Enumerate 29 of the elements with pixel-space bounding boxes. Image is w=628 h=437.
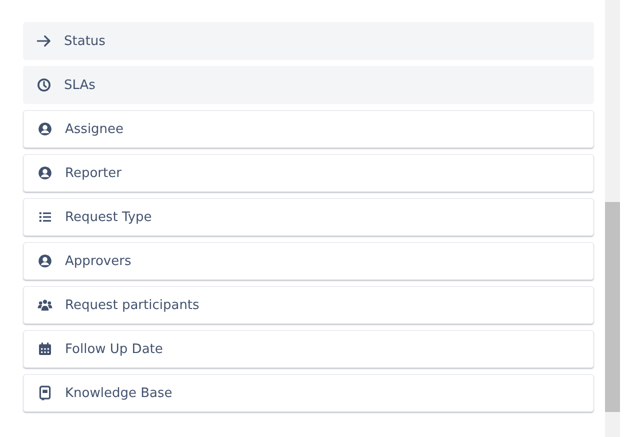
arrow-right-icon <box>36 33 52 49</box>
field-item[interactable]: Follow Up Date <box>23 330 594 368</box>
field-label: Reporter <box>65 166 122 180</box>
field-item[interactable]: Request Type <box>23 198 594 236</box>
field-label: Assignee <box>65 122 124 136</box>
list-icon <box>37 209 53 225</box>
user-avatar-icon <box>37 253 53 269</box>
people-icon <box>37 297 53 313</box>
field-item[interactable]: Request participants <box>23 286 594 324</box>
clock-icon <box>36 77 52 93</box>
field-label: Request participants <box>65 298 200 312</box>
calendar-icon <box>37 341 53 357</box>
scrollbar[interactable] <box>605 0 620 437</box>
field-item[interactable]: Knowledge Base <box>23 374 594 412</box>
field-label: Approvers <box>65 254 132 268</box>
field-item[interactable]: Reporter <box>23 154 594 192</box>
field-label: Request Type <box>65 210 152 224</box>
book-icon <box>37 385 53 401</box>
scrollbar-thumb[interactable] <box>605 202 620 412</box>
field-item[interactable]: Approvers <box>23 242 594 280</box>
user-avatar-icon <box>37 165 53 181</box>
field-label: Follow Up Date <box>65 342 163 356</box>
field-label: Status <box>64 34 106 48</box>
field-item[interactable]: Assignee <box>23 110 594 148</box>
field-label: Knowledge Base <box>65 386 172 400</box>
user-avatar-icon <box>37 121 53 137</box>
field-label: SLAs <box>64 78 96 92</box>
added-field-item[interactable]: Status <box>23 22 594 60</box>
added-field-item[interactable]: SLAs <box>23 66 594 104</box>
